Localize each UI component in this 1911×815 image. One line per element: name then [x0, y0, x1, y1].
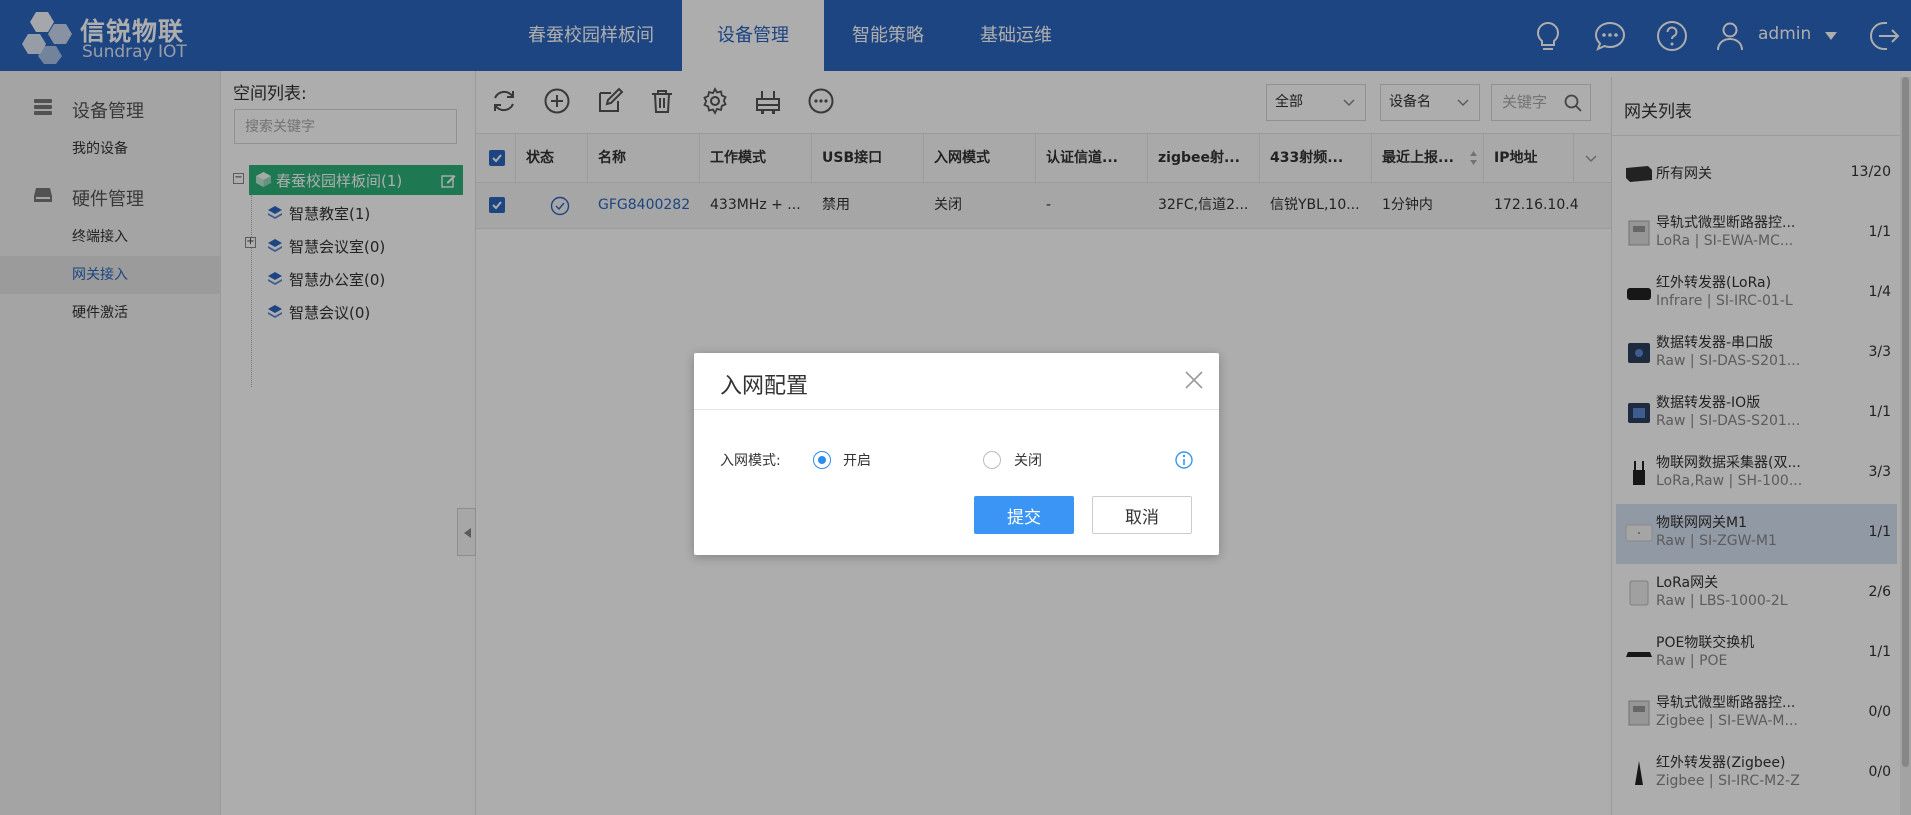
- radio-enable-label[interactable]: 开启: [843, 450, 871, 470]
- radio-disable-label[interactable]: 关闭: [1014, 450, 1042, 470]
- divider: [694, 409, 1219, 410]
- dialog-title: 入网配置: [720, 374, 809, 399]
- network-config-dialog: 入网配置 入网模式: 开启 关闭 提交 取消: [694, 353, 1219, 555]
- cancel-button[interactable]: 取消: [1092, 496, 1192, 534]
- radio-disable[interactable]: [983, 451, 1001, 469]
- radio-enable[interactable]: [813, 451, 831, 469]
- submit-button[interactable]: 提交: [974, 496, 1074, 534]
- close-icon[interactable]: [1183, 369, 1205, 391]
- network-mode-label: 入网模式:: [720, 453, 781, 469]
- info-icon[interactable]: [1174, 450, 1194, 470]
